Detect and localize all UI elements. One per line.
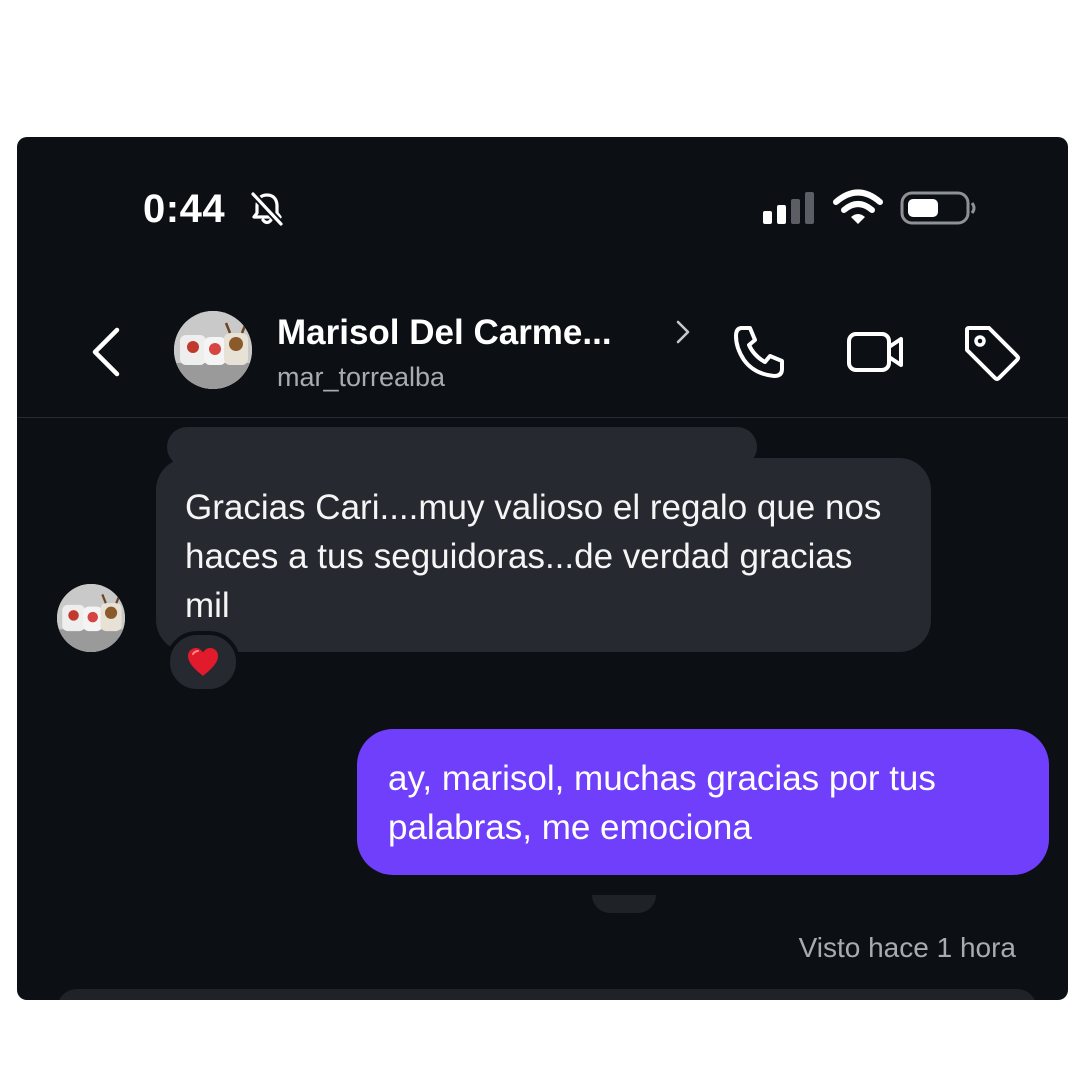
contact-avatar[interactable] [174, 311, 252, 389]
heart-reaction[interactable] [166, 631, 240, 693]
wifi-icon [833, 189, 883, 224]
chat-screen: 0:44 Marisol Del Carme... mar_torrealba … [17, 137, 1068, 1000]
bell-slash-icon [250, 191, 284, 227]
video-camera-icon[interactable] [843, 320, 907, 384]
message-composer[interactable] [57, 989, 1037, 1000]
status-time: 0:44 [143, 187, 226, 231]
back-chevron-icon[interactable] [83, 322, 127, 382]
battery-icon [900, 191, 976, 225]
incoming-message-bubble[interactable]: Gracias Cari....muy valioso el regalo qu… [156, 458, 931, 652]
seen-status: Visto hace 1 hora [798, 932, 1016, 963]
chevron-right-icon[interactable] [673, 317, 693, 347]
contact-handle[interactable]: mar_torrealba [277, 362, 445, 393]
outgoing-message-bubble[interactable]: ay, marisol, muchas gracias por tus pala… [357, 729, 1049, 875]
chat-header: Marisol Del Carme... mar_torrealba [17, 287, 1068, 418]
contact-name[interactable]: Marisol Del Carme... [277, 313, 612, 353]
tag-icon[interactable] [959, 320, 1023, 384]
sender-avatar[interactable] [57, 584, 125, 652]
phone-icon[interactable] [728, 320, 792, 384]
heart-icon [188, 648, 218, 676]
message-reaction-placeholder [592, 895, 656, 913]
cellular-signal-icon [763, 192, 814, 224]
